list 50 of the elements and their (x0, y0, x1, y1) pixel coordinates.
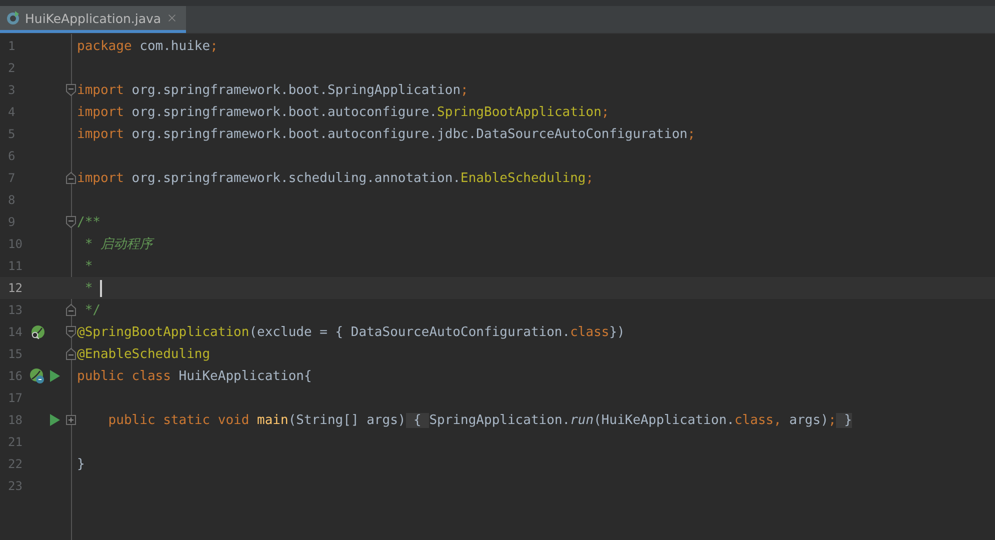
fold-marker-icon[interactable] (66, 216, 76, 228)
code-line: @SpringBootApplication(exclude = { DataSourceAutoConfiguration.class}) (77, 324, 625, 340)
fold-marker-icon[interactable] (66, 326, 76, 338)
close-icon[interactable] (166, 12, 178, 24)
line-number: 9 (8, 215, 16, 229)
code-line: */ (84, 302, 100, 318)
line-number: 18 (8, 413, 24, 427)
code-line: @EnableScheduling (77, 346, 210, 362)
leaf-magnifier-icon (30, 324, 44, 340)
code-line: * (84, 258, 93, 274)
code-line: * 启动程序 (84, 236, 152, 253)
code-line: public class HuiKeApplication{ (77, 368, 312, 384)
line-number: 12 (8, 281, 24, 295)
line-number: 6 (8, 149, 16, 163)
line-number: 15 (8, 347, 24, 361)
line-number: 3 (8, 83, 16, 97)
code-line: /** (77, 214, 100, 230)
code-line: } (77, 456, 85, 472)
code-line: import org.springframework.boot.autoconfigure.SpringBootApplication; (77, 104, 610, 120)
line-number: 8 (8, 193, 16, 207)
line-number: 11 (8, 259, 24, 273)
code-line: import org.springframework.boot.autoconfigure.jdbc.DataSourceAutoConfiguration; (77, 126, 696, 142)
fold-marker-icon[interactable] (66, 172, 76, 184)
line-number: 5 (8, 127, 16, 141)
code-line: import org.springframework.scheduling.annotation.EnableScheduling; (77, 170, 594, 186)
line-number: 23 (8, 479, 24, 493)
line-number: 7 (8, 171, 16, 185)
line-number: 13 (8, 303, 24, 317)
expand-marker-icon[interactable] (66, 415, 76, 425)
fold-marker-icon[interactable] (66, 348, 76, 360)
fold-marker-icon[interactable] (66, 84, 76, 96)
line-number: 14 (8, 325, 24, 339)
file-tab[interactable]: HuiKeApplication.java (0, 6, 186, 33)
code-line: public static void main(String[] args) { SpringApplication.run(HuiKeApplication.class, args); } (107, 412, 852, 428)
run-icon[interactable] (50, 370, 60, 382)
line-number: 2 (8, 61, 16, 75)
line-number: 4 (8, 105, 16, 119)
line-number: 1 (8, 39, 16, 53)
code-line: import org.springframework.boot.SpringApplication; (77, 82, 468, 98)
run-icon[interactable] (50, 414, 60, 426)
line-number: 22 (8, 457, 24, 471)
line-number: 17 (8, 391, 24, 405)
line-number: 21 (8, 435, 24, 449)
leaf-badge-icon (29, 368, 45, 384)
code-line: * (77, 280, 102, 296)
fold-marker-icon[interactable] (66, 304, 76, 316)
line-number: 16 (8, 369, 24, 383)
class-file-icon (6, 11, 20, 25)
line-number: 10 (8, 237, 24, 251)
code-line: package com.huike; (77, 38, 218, 54)
